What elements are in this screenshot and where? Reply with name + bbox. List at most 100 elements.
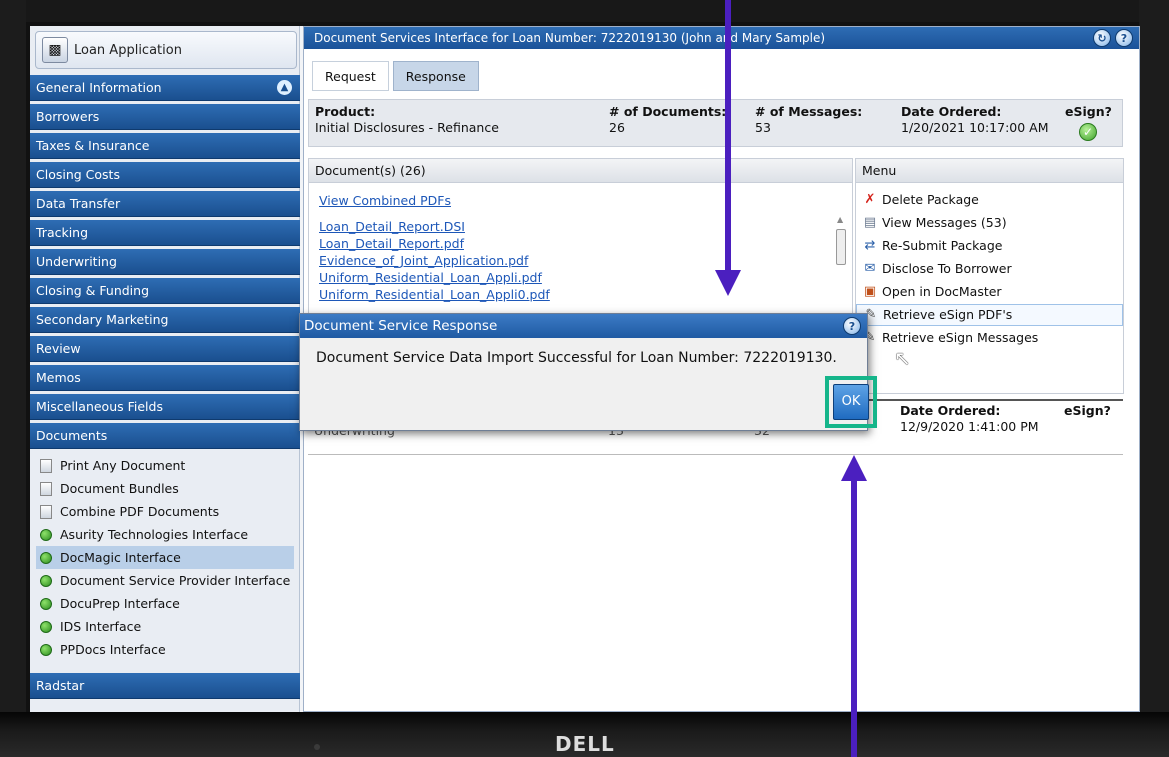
arrow-down-shaft [725, 0, 731, 272]
sidebar-item-label: General Information [36, 80, 162, 95]
date-ordered-value: 12/9/2020 1:41:00 PM [900, 419, 1039, 434]
sidebar-item-review[interactable]: Review [30, 336, 300, 362]
menu-item-view-messages[interactable]: ▤ View Messages (53) [856, 212, 1123, 234]
arrow-up-icon [841, 455, 867, 481]
document-link[interactable]: Evidence_of_Joint_Application.pdf [319, 253, 528, 268]
list-item-asurity-interface[interactable]: Asurity Technologies Interface [36, 523, 294, 546]
list-item-print-any-document[interactable]: Print Any Document [36, 454, 294, 477]
sidebar-item-closing-funding[interactable]: Closing & Funding [30, 278, 300, 304]
sidebar-item-label: Closing Costs [36, 167, 120, 182]
menu-item-resubmit-package[interactable]: ⇄ Re-Submit Package [856, 235, 1123, 257]
list-item-docuprep-interface[interactable]: DocuPrep Interface [36, 592, 294, 615]
menu-item-delete-package[interactable]: ✗ Delete Package [856, 189, 1123, 211]
sidebar-item-data-transfer[interactable]: Data Transfer [30, 191, 300, 217]
esign-label: eSign? [1064, 403, 1111, 418]
refresh-icon[interactable]: ↻ [1093, 29, 1111, 47]
document-link[interactable]: Loan_Detail_Report.pdf [319, 236, 464, 251]
sidebar-item-documents[interactable]: Documents [30, 423, 300, 449]
sidebar-item-label: Secondary Marketing [36, 312, 169, 327]
monitor-bezel-left [0, 0, 26, 757]
list-item-label: Print Any Document [60, 458, 186, 473]
list-item-document-bundles[interactable]: Document Bundles [36, 477, 294, 500]
document-link[interactable]: Loan_Detail_Report.DSI [319, 219, 465, 234]
menu-item-label: Open in DocMaster [882, 284, 1002, 299]
app-title: Loan Application [74, 42, 182, 58]
document-icon [40, 458, 52, 473]
dell-logo: DELL [555, 732, 615, 756]
resubmit-icon: ⇄ [864, 238, 876, 253]
help-icon[interactable]: ? [843, 317, 861, 335]
green-status-icon [40, 551, 52, 564]
list-item-ppdocs-interface[interactable]: PPDocs Interface [36, 638, 294, 661]
green-status-icon [40, 597, 52, 610]
sidebar-item-radstar[interactable]: Radstar [30, 673, 300, 699]
tab-request[interactable]: Request [312, 61, 389, 91]
sidebar-item-secondary-marketing[interactable]: Secondary Marketing [30, 307, 300, 333]
list-item-combine-pdf-documents[interactable]: Combine PDF Documents [36, 500, 294, 523]
arrow-up-shaft [851, 480, 857, 757]
list-item-label: DocuPrep Interface [60, 596, 180, 611]
message-icon: ▤ [863, 215, 877, 230]
menu-item-label: Retrieve eSign PDF's [883, 307, 1013, 322]
green-status-icon [40, 620, 52, 633]
sidebar-item-label: Taxes & Insurance [36, 138, 150, 153]
list-item-label: DocMagic Interface [60, 550, 181, 565]
messages-count-label: # of Messages: [755, 104, 863, 119]
monitor-bezel-right [1139, 0, 1169, 757]
menu-item-disclose-to-borrower[interactable]: ✉ Disclose To Borrower [856, 258, 1123, 280]
sidebar-item-closing-costs[interactable]: Closing Costs [30, 162, 300, 188]
sidebar-item-tracking[interactable]: Tracking [30, 220, 300, 246]
sidebar: ▩ Loan Application General Information ▲… [30, 26, 300, 712]
sidebar-item-label: Radstar [36, 678, 85, 693]
product-label: Product: [315, 104, 376, 119]
documents-count-value: 26 [609, 120, 625, 135]
collapse-icon[interactable]: ▲ [277, 80, 292, 95]
sidebar-item-memos[interactable]: Memos [30, 365, 300, 391]
document-link[interactable]: Uniform_Residential_Loan_Appli.pdf [319, 270, 542, 285]
menu-header: Menu [856, 159, 1123, 183]
checkmark-icon: ✓ [1079, 123, 1097, 141]
menu-item-retrieve-esign-pdfs[interactable]: ✎ Retrieve eSign PDF's [856, 304, 1123, 326]
tab-bar: Request Response [312, 61, 479, 91]
screen: ▩ Loan Application General Information ▲… [30, 26, 1140, 712]
mouse-cursor-icon: ↖ [894, 346, 911, 370]
list-item-docmagic-interface[interactable]: DocMagic Interface [36, 546, 294, 569]
documents-header: Document(s) (26) [309, 159, 852, 183]
date-ordered-label: Date Ordered: [901, 104, 1002, 119]
scrollbar-thumb[interactable] [836, 229, 846, 265]
sidebar-item-label: Tracking [36, 225, 89, 240]
menu-item-label: Disclose To Borrower [882, 261, 1012, 276]
list-item-document-service-provider-interface[interactable]: Document Service Provider Interface [36, 569, 294, 592]
menu-item-label: Delete Package [882, 192, 979, 207]
list-item-label: Document Service Provider Interface [60, 573, 291, 588]
page-title: Document Services Interface for Loan Num… [314, 31, 826, 45]
document-link[interactable]: Uniform_Residential_Loan_Appli0.pdf [319, 287, 550, 302]
sidebar-item-label: Miscellaneous Fields [36, 399, 163, 414]
menu-item-open-in-docmaster[interactable]: ▣ Open in DocMaster [856, 281, 1123, 303]
sidebar-item-label: Borrowers [36, 109, 100, 124]
esign-label: eSign? [1065, 104, 1112, 119]
help-icon[interactable]: ? [1115, 29, 1133, 47]
menu-item-label: Re-Submit Package [882, 238, 1003, 253]
arrow-down-icon [715, 270, 741, 296]
sidebar-item-label: Underwriting [36, 254, 117, 269]
app-header[interactable]: ▩ Loan Application [35, 31, 297, 69]
dialog-title-text: Document Service Response [304, 318, 498, 334]
list-item-ids-interface[interactable]: IDS Interface [36, 615, 294, 638]
list-item-label: Document Bundles [60, 481, 179, 496]
sidebar-item-miscellaneous-fields[interactable]: Miscellaneous Fields [30, 394, 300, 420]
sidebar-item-general-information[interactable]: General Information ▲ [30, 75, 300, 101]
ok-button[interactable]: OK [833, 384, 869, 420]
scroll-up-icon[interactable]: ▲ [837, 215, 843, 224]
tab-response[interactable]: Response [392, 61, 479, 91]
green-status-icon [40, 528, 52, 541]
list-item-label: PPDocs Interface [60, 642, 166, 657]
sidebar-item-underwriting[interactable]: Underwriting [30, 249, 300, 275]
view-combined-pdfs-link[interactable]: View Combined PDFs [319, 193, 451, 208]
documents-list: Print Any Document Document Bundles Comb… [36, 454, 294, 661]
sidebar-item-taxes-insurance[interactable]: Taxes & Insurance [30, 133, 300, 159]
monitor-bezel-top [0, 0, 1169, 22]
sidebar-item-label: Closing & Funding [36, 283, 150, 298]
messages-count-value: 53 [755, 120, 771, 135]
sidebar-item-borrowers[interactable]: Borrowers [30, 104, 300, 130]
